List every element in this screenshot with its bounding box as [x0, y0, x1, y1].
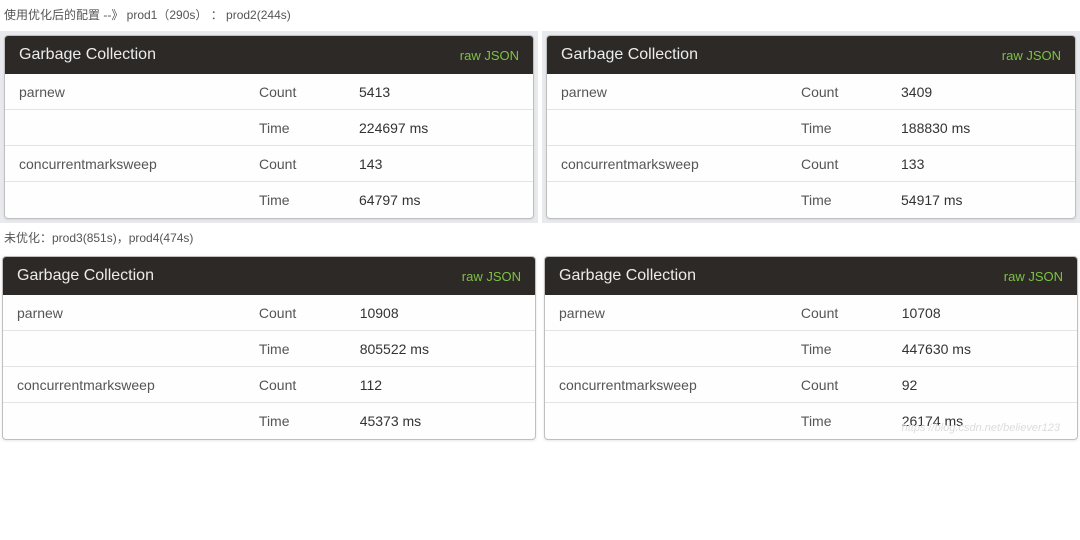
- collector-name: parnew: [561, 84, 801, 100]
- card-header: Garbage Collection raw JSON: [3, 257, 535, 295]
- row-cms-time: Time 64797 ms: [5, 182, 533, 218]
- metric-value: 26174 ms: [902, 413, 1063, 429]
- metric-label: Time: [259, 192, 359, 208]
- metric-label: Time: [801, 413, 902, 429]
- metric-value: 64797 ms: [359, 192, 519, 208]
- metric-label: Count: [259, 305, 360, 321]
- raw-json-link[interactable]: raw JSON: [462, 269, 521, 284]
- collector-name: concurrentmarksweep: [19, 156, 259, 172]
- card-body: parnew Count 10908 Time 805522 ms concur…: [3, 295, 535, 439]
- gc-card-prod1: Garbage Collection raw JSON parnew Count…: [4, 35, 534, 219]
- card-body: parnew Count 10708 Time 447630 ms concur…: [545, 295, 1077, 439]
- panel-title: Garbage Collection: [17, 267, 154, 285]
- metric-label: Time: [801, 120, 901, 136]
- row-parnew-count: parnew Count 5413: [5, 74, 533, 110]
- metric-label: Count: [259, 84, 359, 100]
- row-cms-count: concurrentmarksweep Count 112: [3, 367, 535, 403]
- metric-value: 45373 ms: [360, 413, 521, 429]
- row-optimized: Garbage Collection raw JSON parnew Count…: [0, 31, 1080, 223]
- collector-name: concurrentmarksweep: [561, 156, 801, 172]
- gc-card-prod3: Garbage Collection raw JSON parnew Count…: [2, 256, 536, 440]
- raw-json-link[interactable]: raw JSON: [460, 48, 519, 63]
- metric-label: Count: [259, 156, 359, 172]
- caption-optimized: 使用优化后的配置 --》 prod1（290s） ： prod2(244s): [0, 0, 1080, 31]
- container: 使用优化后的配置 --》 prod1（290s） ： prod2(244s) G…: [0, 0, 1080, 442]
- metric-value: 143: [359, 156, 519, 172]
- panel-title: Garbage Collection: [19, 46, 156, 64]
- row-cms-time: Time 26174 ms: [545, 403, 1077, 439]
- row-cms-count: concurrentmarksweep Count 133: [547, 146, 1075, 182]
- raw-json-link[interactable]: raw JSON: [1002, 48, 1061, 63]
- raw-json-link[interactable]: raw JSON: [1004, 269, 1063, 284]
- gc-card-prod2: Garbage Collection raw JSON parnew Count…: [546, 35, 1076, 219]
- panel-prod2-wrap: Garbage Collection raw JSON parnew Count…: [542, 31, 1080, 223]
- metric-value: 447630 ms: [902, 341, 1063, 357]
- collector-name: concurrentmarksweep: [17, 377, 259, 393]
- metric-value: 10708: [902, 305, 1063, 321]
- row-cms-time: Time 54917 ms: [547, 182, 1075, 218]
- metric-value: 3409: [901, 84, 1061, 100]
- panel-prod1-wrap: Garbage Collection raw JSON parnew Count…: [0, 31, 538, 223]
- metric-label: Time: [801, 341, 902, 357]
- row-parnew-time: Time 805522 ms: [3, 331, 535, 367]
- collector-name: parnew: [559, 305, 801, 321]
- collector-name: concurrentmarksweep: [559, 377, 801, 393]
- row-parnew-time: Time 224697 ms: [5, 110, 533, 146]
- card-header: Garbage Collection raw JSON: [547, 36, 1075, 74]
- metric-value: 5413: [359, 84, 519, 100]
- metric-value: 54917 ms: [901, 192, 1061, 208]
- row-cms-time: Time 45373 ms: [3, 403, 535, 439]
- row-parnew-count: parnew Count 10708: [545, 295, 1077, 331]
- card-body: parnew Count 5413 Time 224697 ms concurr…: [5, 74, 533, 218]
- metric-label: Count: [801, 305, 902, 321]
- card-body: parnew Count 3409 Time 188830 ms concurr…: [547, 74, 1075, 218]
- metric-label: Time: [801, 192, 901, 208]
- metric-label: Count: [259, 377, 360, 393]
- metric-value: 10908: [360, 305, 521, 321]
- panel-prod3-wrap: Garbage Collection raw JSON parnew Count…: [0, 254, 538, 442]
- card-header: Garbage Collection raw JSON: [5, 36, 533, 74]
- metric-value: 112: [360, 377, 521, 393]
- panel-title: Garbage Collection: [561, 46, 698, 64]
- metric-label: Time: [259, 341, 360, 357]
- metric-label: Time: [259, 120, 359, 136]
- metric-label: Time: [259, 413, 360, 429]
- metric-value: 133: [901, 156, 1061, 172]
- metric-value: 224697 ms: [359, 120, 519, 136]
- collector-name: parnew: [17, 305, 259, 321]
- metric-value: 805522 ms: [360, 341, 521, 357]
- row-unoptimized: Garbage Collection raw JSON parnew Count…: [0, 254, 1080, 442]
- row-parnew-time: Time 188830 ms: [547, 110, 1075, 146]
- row-cms-count: concurrentmarksweep Count 143: [5, 146, 533, 182]
- collector-name: parnew: [19, 84, 259, 100]
- metric-value: 188830 ms: [901, 120, 1061, 136]
- metric-label: Count: [801, 156, 901, 172]
- card-header: Garbage Collection raw JSON: [545, 257, 1077, 295]
- panel-prod4-wrap: Garbage Collection raw JSON parnew Count…: [542, 254, 1080, 442]
- row-parnew-count: parnew Count 3409: [547, 74, 1075, 110]
- row-parnew-count: parnew Count 10908: [3, 295, 535, 331]
- row-cms-count: concurrentmarksweep Count 92: [545, 367, 1077, 403]
- metric-value: 92: [902, 377, 1063, 393]
- row-parnew-time: Time 447630 ms: [545, 331, 1077, 367]
- metric-label: Count: [801, 84, 901, 100]
- gc-card-prod4: Garbage Collection raw JSON parnew Count…: [544, 256, 1078, 440]
- panel-title: Garbage Collection: [559, 267, 696, 285]
- caption-unoptimized: 未优化：prod3(851s)，prod4(474s): [0, 223, 1080, 254]
- metric-label: Count: [801, 377, 902, 393]
